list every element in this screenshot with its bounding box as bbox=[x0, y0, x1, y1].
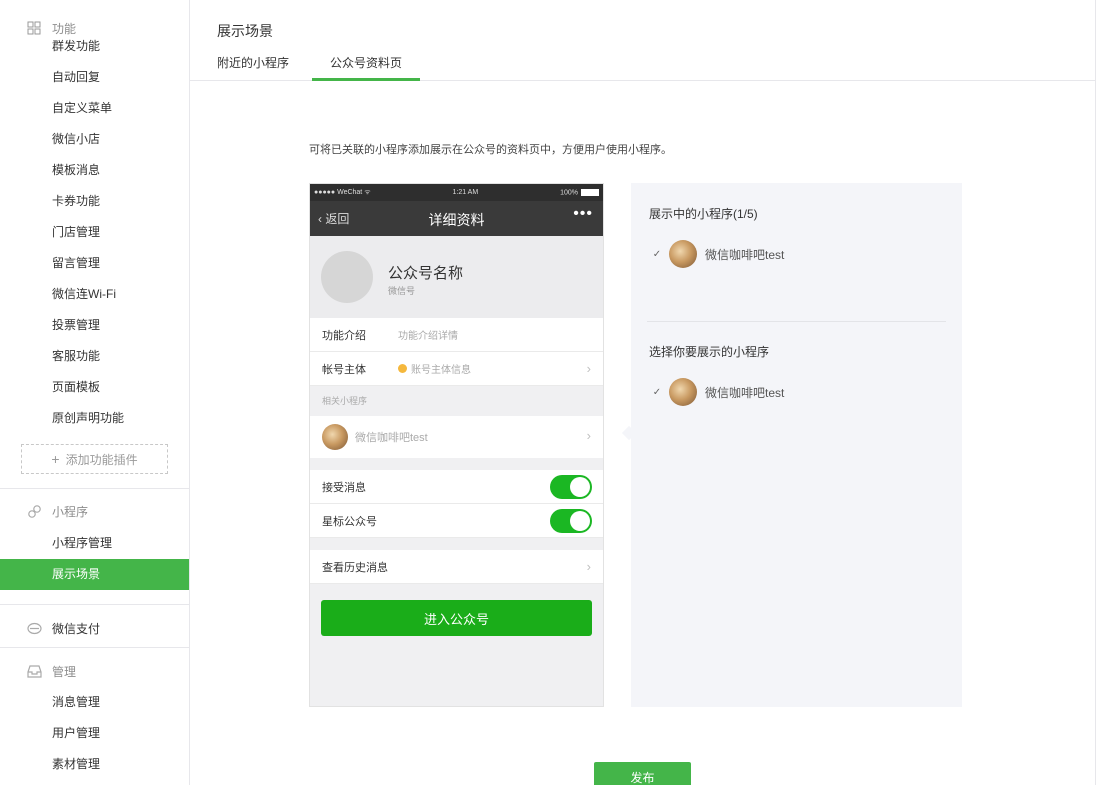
battery-status: 100% bbox=[560, 188, 599, 196]
sidebar-section-title: 管理 bbox=[52, 664, 77, 679]
sidebar-item-comments[interactable]: 留言管理 bbox=[0, 248, 189, 279]
mini-program-name: 微信咖啡吧test bbox=[705, 385, 785, 400]
chevron-right-icon: › bbox=[586, 361, 591, 376]
link-icon bbox=[26, 503, 42, 519]
checkbox-checked-icon[interactable]: ✓ bbox=[651, 386, 663, 398]
status-time: 1:21 AM bbox=[452, 189, 479, 196]
sidebar-item-display-scene[interactable]: 展示场景 bbox=[0, 559, 189, 590]
sidebar-item-materials[interactable]: 素材管理 bbox=[0, 749, 189, 780]
more-icon: ••• bbox=[573, 205, 593, 222]
sidebar-section-wechat-pay[interactable]: 微信支付 bbox=[0, 605, 189, 647]
row-key: 功能介绍 bbox=[322, 329, 366, 342]
phone-title: 详细资料 bbox=[428, 212, 485, 228]
mini-program-avatar bbox=[669, 378, 697, 406]
account-profile-header: 公众号名称 微信号 bbox=[310, 236, 603, 318]
sidebar-section-title: 小程序 bbox=[52, 504, 89, 519]
scene-description: 可将已关联的小程序添加展示在公众号的资料页中，方便用户使用小程序。 bbox=[309, 144, 672, 156]
main-content: 展示场景 附近的小程序 公众号资料页 可将已关联的小程序添加展示在公众号的资料页… bbox=[190, 0, 1096, 785]
enter-account-button: 进入公众号 bbox=[321, 600, 592, 636]
mini-program-avatar bbox=[322, 424, 348, 450]
sidebar-item-auto-reply[interactable]: 自动回复 bbox=[0, 62, 189, 93]
choose-item[interactable]: ✓ 微信咖啡吧test bbox=[651, 378, 784, 406]
checkbox-checked-icon[interactable]: ✓ bbox=[651, 248, 663, 260]
info-row-subject: 帐号主体 账号主体信息 › bbox=[310, 352, 603, 386]
account-name: 公众号名称 bbox=[388, 265, 464, 282]
related-mini-programs-title: 相关小程序 bbox=[310, 386, 603, 416]
toggle-label: 星标公众号 bbox=[322, 515, 377, 528]
history-row: 查看历史消息 › bbox=[310, 550, 603, 584]
mini-program-name: 微信咖啡吧test bbox=[355, 432, 428, 444]
carrier-text: ●●●●● WeChat ᯤ bbox=[314, 189, 371, 196]
receive-messages-switch bbox=[550, 475, 592, 499]
phone-preview: ●●●●● WeChat ᯤ 1:21 AM 100% ‹ 返回 详细资料 ••… bbox=[309, 183, 604, 707]
sidebar-item-mini-program-manage[interactable]: 小程序管理 bbox=[0, 528, 189, 559]
showing-title: 展示中的小程序(1/5) bbox=[649, 207, 758, 221]
phone-status-bar: ●●●●● WeChat ᯤ 1:21 AM 100% bbox=[310, 184, 603, 201]
sidebar-item-messages[interactable]: 消息管理 bbox=[0, 687, 189, 718]
sidebar-item-wechat-store[interactable]: 微信小店 bbox=[0, 124, 189, 155]
history-label: 查看历史消息 bbox=[322, 561, 388, 574]
account-avatar bbox=[321, 251, 373, 303]
panel-divider bbox=[647, 321, 946, 322]
sidebar-item-stores[interactable]: 门店管理 bbox=[0, 217, 189, 248]
sidebar-item-users[interactable]: 用户管理 bbox=[0, 718, 189, 749]
grid-icon bbox=[26, 20, 42, 36]
tab-account-profile[interactable]: 公众号资料页 bbox=[312, 48, 420, 81]
phone-nav-bar: ‹ 返回 详细资料 ••• bbox=[310, 201, 603, 236]
chevron-right-icon: › bbox=[586, 428, 591, 443]
battery-icon bbox=[581, 188, 599, 196]
showing-item[interactable]: ✓ 微信咖啡吧test bbox=[651, 240, 784, 268]
sidebar-item-votes[interactable]: 投票管理 bbox=[0, 310, 189, 341]
sidebar-item-wifi[interactable]: 微信连Wi-Fi bbox=[0, 279, 189, 310]
sidebar-section-mini-program: 小程序 bbox=[0, 489, 189, 531]
tab-bar: 附近的小程序 公众号资料页 bbox=[190, 48, 1096, 81]
sidebar-section-manage: 管理 bbox=[0, 648, 189, 690]
star-account-switch bbox=[550, 509, 592, 533]
sidebar-item-customer-service[interactable]: 客服功能 bbox=[0, 341, 189, 372]
sidebar: 功能 群发功能 自动回复 自定义菜单 微信小店 模板消息 卡券功能 门店管理 留… bbox=[0, 0, 190, 785]
plus-icon: + bbox=[51, 451, 60, 467]
add-plugin-label: 添加功能插件 bbox=[65, 452, 138, 467]
sidebar-item-original-declaration[interactable]: 原创声明功能 bbox=[0, 403, 189, 434]
add-plugin-button[interactable]: + 添加功能插件 bbox=[21, 444, 168, 474]
sidebar-item-coupons[interactable]: 卡券功能 bbox=[0, 186, 189, 217]
page-title: 展示场景 bbox=[217, 23, 273, 39]
sidebar-item-template-message[interactable]: 模板消息 bbox=[0, 155, 189, 186]
related-mini-program-row: 微信咖啡吧test › bbox=[310, 416, 603, 458]
info-row-intro: 功能介绍 功能介绍详情 bbox=[310, 318, 603, 352]
mini-program-selection-panel: 展示中的小程序(1/5) ✓ 微信咖啡吧test 选择你要展示的小程序 ✓ 微信… bbox=[631, 183, 962, 707]
sidebar-item-page-templates[interactable]: 页面模板 bbox=[0, 372, 189, 403]
sidebar-section-title: 微信支付 bbox=[52, 621, 101, 636]
toggle-row-star: 星标公众号 bbox=[310, 504, 603, 538]
mini-program-name: 微信咖啡吧test bbox=[705, 247, 785, 262]
inbox-icon bbox=[26, 663, 42, 679]
row-value: 账号主体信息 bbox=[398, 361, 471, 376]
row-value: 功能介绍详情 bbox=[398, 331, 458, 342]
verified-dot-icon bbox=[398, 364, 407, 373]
chevron-right-icon: › bbox=[586, 559, 591, 574]
row-key: 帐号主体 bbox=[322, 363, 366, 376]
toggle-row-receive: 接受消息 bbox=[310, 470, 603, 504]
tab-nearby-mini-programs[interactable]: 附近的小程序 bbox=[217, 48, 289, 81]
toggle-label: 接受消息 bbox=[322, 481, 366, 494]
wallet-icon bbox=[26, 620, 42, 636]
account-id: 微信号 bbox=[388, 286, 416, 296]
publish-button[interactable]: 发布 bbox=[594, 762, 691, 785]
choose-title: 选择你要展示的小程序 bbox=[649, 345, 770, 359]
sidebar-item-custom-menu[interactable]: 自定义菜单 bbox=[0, 93, 189, 124]
mini-program-avatar bbox=[669, 240, 697, 268]
